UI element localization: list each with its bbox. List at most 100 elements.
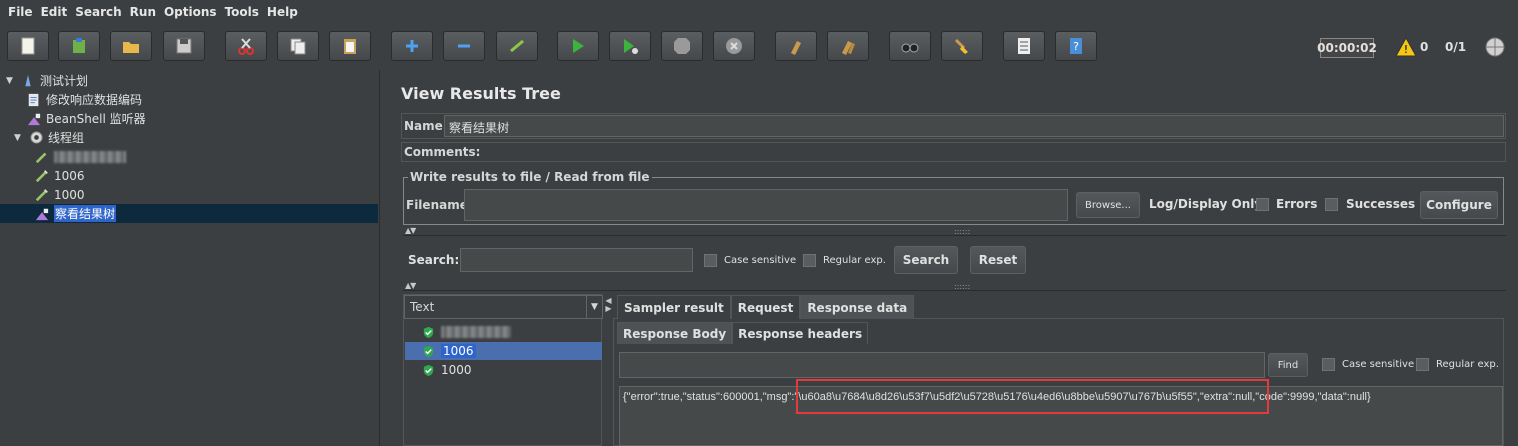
remote-globe-icon[interactable] (1484, 36, 1506, 58)
tree-item-label: 1000 (54, 187, 85, 202)
configure-button[interactable]: Configure (1420, 191, 1498, 219)
copy-button[interactable] (277, 31, 319, 61)
search-tree-button[interactable] (889, 31, 931, 61)
collapse-arrows-icon[interactable]: ▲▼ (405, 226, 416, 235)
write-results-fieldset: Write results to file / Read from file F… (403, 170, 1504, 225)
menu-tools[interactable]: Tools (221, 5, 263, 19)
reset-search-button[interactable] (941, 31, 983, 61)
menu-run[interactable]: Run (126, 5, 160, 19)
start-button[interactable] (557, 31, 599, 61)
tab-response-data[interactable]: Response data (800, 295, 915, 319)
result-tabs: Sampler result Request Response data (617, 295, 915, 319)
clear-button[interactable] (775, 31, 817, 61)
help-icon: ? (1070, 38, 1082, 54)
expand-arrow-icon[interactable]: ▼ (6, 76, 16, 86)
regex-checkbox[interactable] (803, 254, 816, 267)
panel-title: View Results Tree (401, 84, 561, 103)
collapse-button[interactable] (443, 31, 485, 61)
function-helper-button[interactable] (1003, 31, 1045, 61)
menu-edit[interactable]: Edit (37, 5, 72, 19)
filename-input[interactable] (464, 189, 1068, 221)
toggle-button[interactable] (496, 31, 538, 61)
renderer-select[interactable]: Text ▼ (404, 295, 603, 319)
response-subtabs: Response Body Response headers (617, 322, 869, 344)
result-item-1006[interactable]: 1006 (422, 342, 476, 360)
name-field[interactable]: 察看结果树 (444, 115, 1504, 137)
find-regex-checkbox[interactable] (1416, 358, 1429, 371)
templates-button[interactable] (58, 31, 100, 61)
browse-button[interactable]: Browse... (1076, 192, 1140, 218)
search-input[interactable] (460, 248, 693, 272)
pane-splitter[interactable] (381, 70, 390, 446)
tab-response-headers[interactable]: Response headers (732, 322, 869, 344)
save-button[interactable] (163, 31, 205, 61)
collapse-arrows-icon[interactable]: ▲▼ (405, 281, 416, 290)
listener-icon (26, 111, 42, 127)
warning-count: 0 (1420, 40, 1429, 54)
tree-item-label: 线程组 (48, 131, 85, 145)
result-item-blurred[interactable] (422, 323, 511, 341)
find-case-checkbox[interactable] (1322, 358, 1335, 371)
filename-label: Filename (406, 198, 468, 212)
fieldset-legend: Write results to file / Read from file (408, 170, 652, 184)
tab-request[interactable]: Request (730, 295, 801, 319)
success-shield-icon (423, 345, 434, 357)
expand-button[interactable] (391, 31, 433, 61)
menu-help[interactable]: Help (263, 5, 302, 19)
script-icon (26, 92, 42, 108)
broom-icon (954, 38, 968, 54)
pipette-icon (34, 168, 50, 184)
tree-item-encoding[interactable]: 修改响应数据编码 (26, 90, 142, 109)
tree-root[interactable]: ▼ 测试计划 (6, 71, 88, 90)
listener-icon (34, 206, 50, 222)
warning-icon[interactable]: ! (1395, 37, 1417, 57)
tree-item-view-results[interactable]: 察看结果树 (34, 204, 117, 223)
pipette-icon (34, 187, 50, 203)
menu-search[interactable]: Search (71, 5, 125, 19)
paste-button[interactable] (329, 31, 371, 61)
svg-text:!: ! (1404, 43, 1408, 56)
clear-all-button[interactable] (827, 31, 869, 61)
shutdown-button[interactable] (713, 31, 755, 61)
search-button[interactable]: Search (894, 246, 958, 274)
tab-response-body[interactable]: Response Body (617, 322, 733, 344)
find-button[interactable]: Find (1268, 353, 1308, 377)
cut-button[interactable] (225, 31, 267, 61)
redacted-label (54, 150, 126, 163)
result-item-1000[interactable]: 1000 (422, 361, 472, 379)
open-button[interactable] (110, 31, 152, 61)
errors-checkbox[interactable] (1256, 198, 1269, 211)
tab-sampler-result[interactable]: Sampler result (617, 295, 731, 319)
comments-row[interactable]: Comments: (401, 142, 1506, 162)
successes-checkbox[interactable] (1325, 198, 1338, 211)
renderer-value: Text (410, 300, 435, 314)
reset-button[interactable]: Reset (970, 246, 1026, 274)
name-row: Name: 察看结果树 (401, 113, 1506, 139)
tree-item-thread-group[interactable]: ▼ 线程组 (14, 128, 84, 147)
open-folder-icon (123, 42, 139, 53)
menu-options[interactable]: Options (160, 5, 221, 19)
tree-item-sampler-blurred[interactable] (34, 147, 126, 166)
new-button[interactable] (7, 31, 49, 61)
menu-file[interactable]: File (4, 5, 37, 19)
successes-label: Successes (1346, 197, 1416, 211)
divider (403, 290, 1506, 291)
help-button[interactable]: ? (1055, 31, 1097, 61)
regex-label: Regular exp. (823, 255, 886, 266)
chevron-down-icon[interactable]: ▼ (586, 296, 602, 318)
case-sensitive-checkbox[interactable] (704, 254, 717, 267)
tree-item-1000[interactable]: 1000 (34, 185, 85, 204)
expand-arrow-icon[interactable]: ▼ (14, 133, 24, 143)
find-input[interactable] (619, 352, 1265, 378)
side-collapse-arrows-icon[interactable]: ◀▶ (604, 296, 613, 312)
minus-icon (458, 44, 470, 48)
scissors-icon (238, 38, 254, 55)
tree-item-1006[interactable]: 1006 (34, 166, 85, 185)
new-file-icon (21, 37, 35, 55)
stop-button[interactable] (661, 31, 703, 61)
find-regex-label: Regular exp. (1436, 359, 1499, 370)
start-no-pause-button[interactable] (609, 31, 651, 61)
tree-item-beanshell[interactable]: BeanShell 监听器 (26, 109, 146, 128)
save-icon (176, 38, 192, 54)
results-tree: Text ▼ 1006 1000 (403, 294, 603, 446)
